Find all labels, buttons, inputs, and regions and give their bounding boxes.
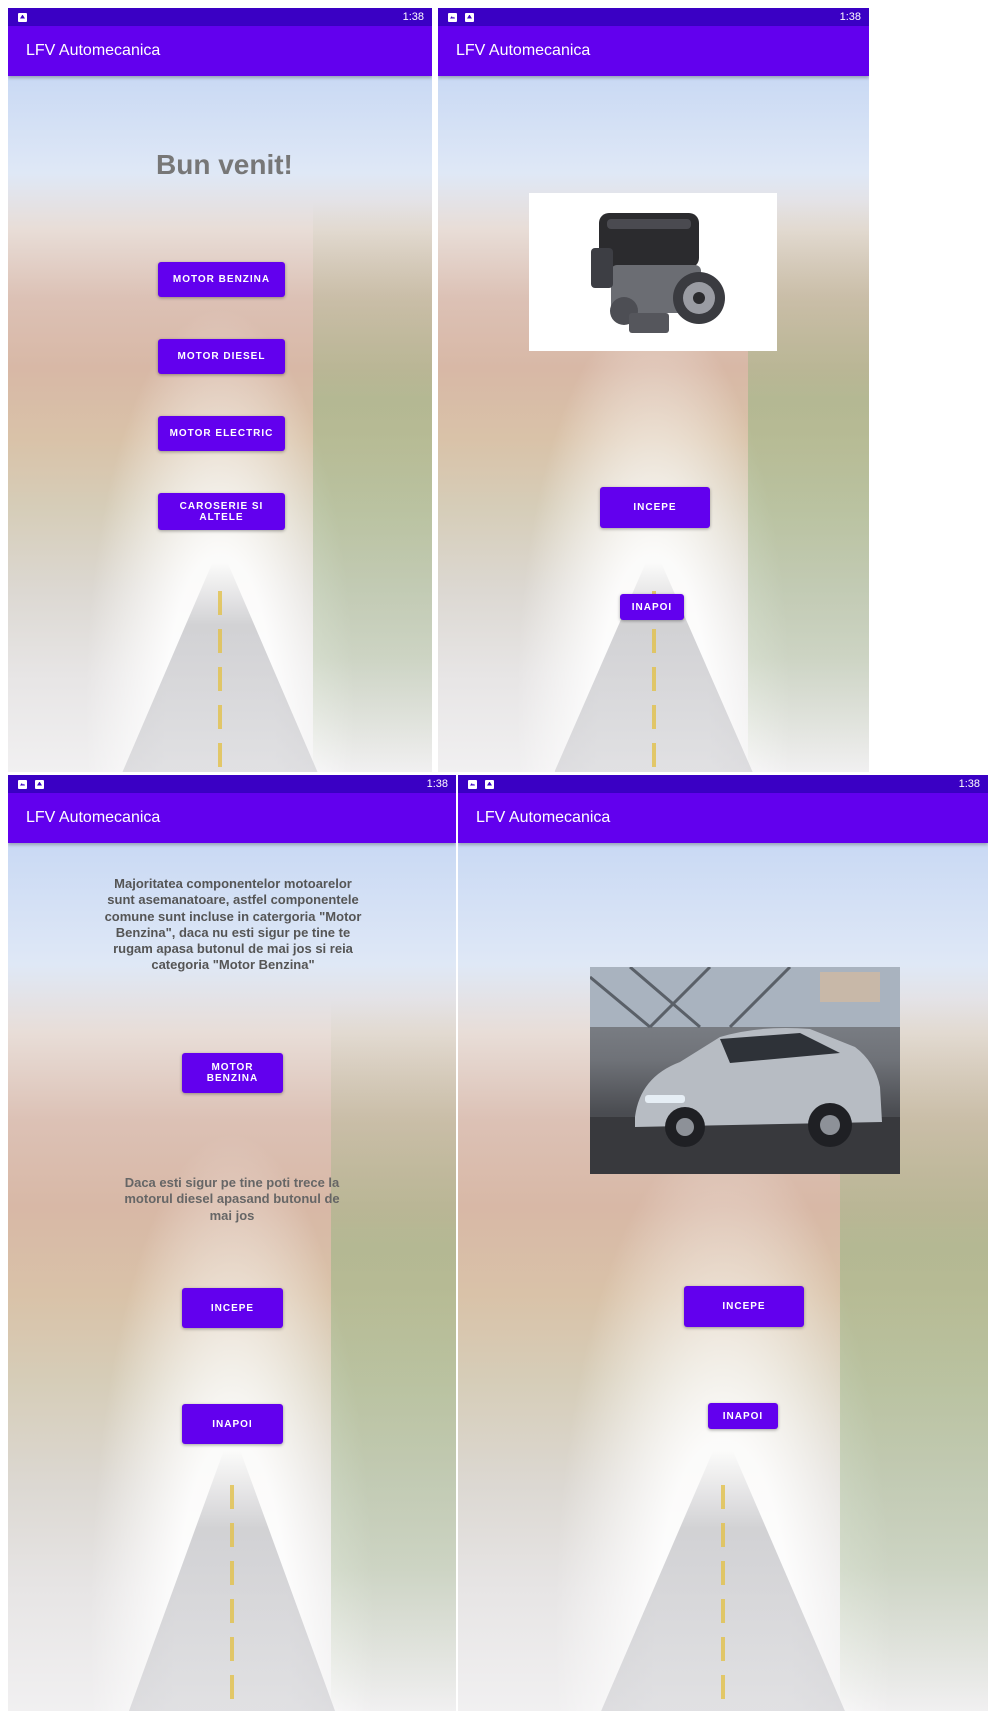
notification-icon <box>485 779 494 789</box>
photo-icon <box>448 12 457 22</box>
notification-icon <box>18 12 27 22</box>
status-bar: 1:38 <box>8 8 432 26</box>
screen-body: 1:38 LFV Automecanica INCEPE INAPOI <box>458 775 988 1711</box>
motor-benzina-button[interactable]: MOTOR BENZINA <box>158 262 285 297</box>
status-time: 1:38 <box>426 778 448 790</box>
road-line <box>721 1485 725 1711</box>
info-text: Majoritatea componentelor motoarelor sun… <box>104 876 362 973</box>
engine-image <box>529 193 777 351</box>
screen-engine: 1:38 LFV Automecanica INCEPE INAPOI <box>438 8 869 772</box>
engine-illustration <box>591 213 725 333</box>
photo-icon <box>468 779 477 789</box>
inapoi-button[interactable]: INAPOI <box>708 1403 778 1429</box>
road-line <box>230 1485 234 1711</box>
status-time: 1:38 <box>402 11 424 23</box>
background-image: Majoritatea componentelor motoarelor sun… <box>8 843 456 1711</box>
app-title: LFV Automecanica <box>26 809 161 826</box>
background-image: INCEPE INAPOI <box>438 76 869 772</box>
motor-benzina-button[interactable]: MOTOR BENZINA <box>182 1053 283 1093</box>
app-bar: LFV Automecanica <box>438 26 869 76</box>
motor-electric-button[interactable]: MOTOR ELECTRIC <box>158 416 285 451</box>
app-bar: LFV Automecanica <box>458 793 988 843</box>
caroserie-button[interactable]: CAROSERIE SI ALTELE <box>158 493 285 530</box>
welcome-title: Bun venit! <box>156 149 293 180</box>
status-time: 1:38 <box>839 11 861 23</box>
status-bar: 1:38 <box>438 8 869 26</box>
status-bar: 1:38 <box>8 775 456 793</box>
screen-home: 1:38 LFV Automecanica Bun venit! MOTOR B… <box>8 8 432 772</box>
notification-icon <box>35 779 44 789</box>
photo-icon <box>18 779 27 789</box>
app-title: LFV Automecanica <box>26 42 161 59</box>
inapoi-button[interactable]: INAPOI <box>182 1404 283 1444</box>
status-bar: 1:38 <box>458 775 988 793</box>
background-image: Bun venit! MOTOR BENZINA MOTOR DIESEL MO… <box>8 76 432 772</box>
road-line <box>218 591 222 772</box>
status-time: 1:38 <box>958 778 980 790</box>
car-illustration <box>590 967 900 1174</box>
app-title: LFV Automecanica <box>476 809 611 826</box>
notification-icon <box>465 12 474 22</box>
app-bar: LFV Automecanica <box>8 26 432 76</box>
app-bar: LFV Automecanica <box>8 793 456 843</box>
incepe-button[interactable]: INCEPE <box>684 1286 804 1327</box>
screen-diesel: 1:38 LFV Automecanica Majoritatea compon… <box>8 775 456 1711</box>
inapoi-button[interactable]: INAPOI <box>620 594 684 620</box>
app-title: LFV Automecanica <box>456 42 591 59</box>
motor-diesel-button[interactable]: MOTOR DIESEL <box>158 339 285 374</box>
incepe-button[interactable]: INCEPE <box>600 487 710 528</box>
incepe-button[interactable]: INCEPE <box>182 1288 283 1328</box>
car-image <box>590 967 900 1174</box>
confirm-text: Daca esti sigur pe tine poti trece la mo… <box>124 1175 340 1223</box>
background-image: INCEPE INAPOI <box>458 843 988 1711</box>
